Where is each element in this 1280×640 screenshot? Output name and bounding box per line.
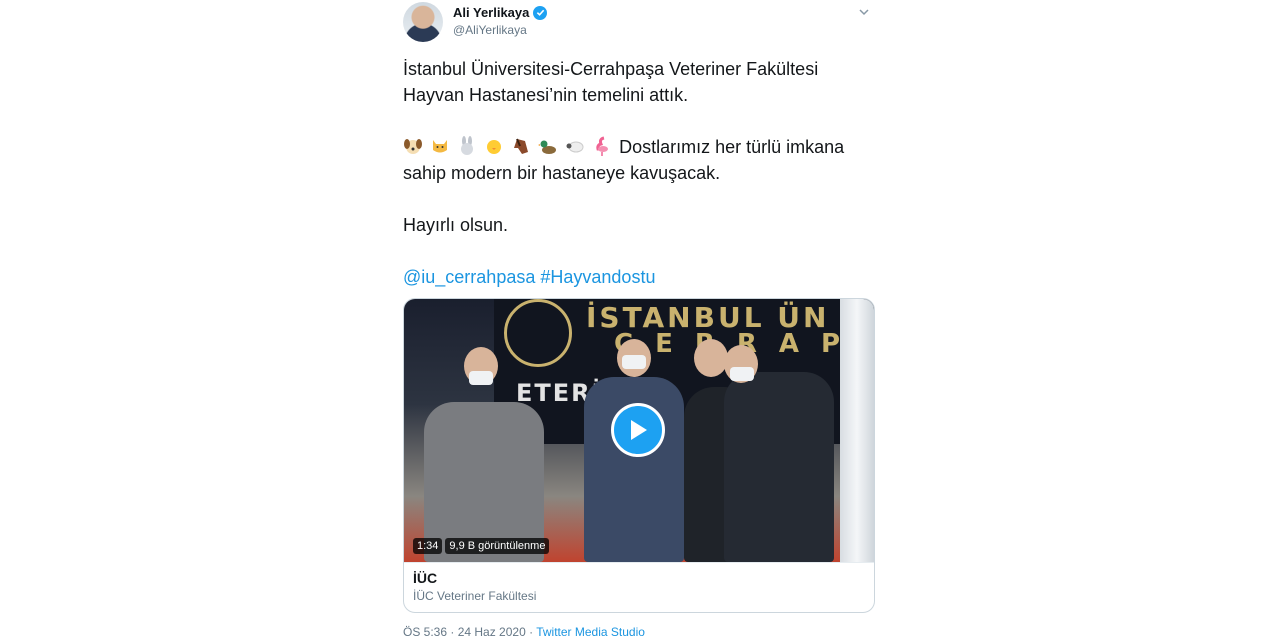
video-duration: 1:34 xyxy=(413,538,443,554)
duck-icon xyxy=(538,140,557,154)
hashtag-link[interactable]: #Hayvandostu xyxy=(540,267,655,287)
video-badges: 1:34 9,9 B görüntülenme xyxy=(413,538,550,554)
verified-badge-icon xyxy=(533,5,548,20)
timestamp[interactable]: ÖS 5:36 · 24 Haz 2020 · xyxy=(403,625,536,639)
author-handle[interactable]: @AliYerlikaya xyxy=(453,23,527,37)
horse-face-icon xyxy=(514,138,529,154)
video-player[interactable]: İSTANBUL ÜN CERRAP ETERİM 1:34 9,9 B gör… xyxy=(404,299,874,562)
tweet-footer: ÖS 5:36 · 24 Haz 2020 · Twitter Media St… xyxy=(403,625,875,639)
tweet-text: İstanbul Üniversitesi-Cerrahpaşa Veterin… xyxy=(403,56,875,290)
person-2-mask xyxy=(622,355,646,369)
university-seal-icon xyxy=(504,299,572,367)
tweet-paragraph-4: @iu_cerrahpasa #Hayvandostu xyxy=(403,264,875,290)
flamingo-icon xyxy=(596,136,609,156)
card-subtitle: İÜC Veteriner Fakültesi xyxy=(413,589,537,603)
person-1-mask xyxy=(469,371,493,385)
white-curtain xyxy=(840,299,874,562)
card-title: İÜC xyxy=(413,570,438,586)
source-link[interactable]: Twitter Media Studio xyxy=(536,625,645,639)
person-4 xyxy=(724,372,834,562)
author-name-line[interactable]: Ali Yerlikaya xyxy=(453,5,548,20)
animal-emoji-row xyxy=(403,136,619,157)
tweet-paragraph-1: İstanbul Üniversitesi-Cerrahpaşa Veterin… xyxy=(403,59,819,105)
tweet-header: Ali Yerlikaya @AliYerlikaya xyxy=(403,0,875,46)
person-4-mask xyxy=(730,367,754,381)
chevron-down-icon[interactable] xyxy=(857,5,871,19)
sheep-icon xyxy=(566,141,584,153)
card-info[interactable]: İÜC İÜC Veteriner Fakültesi xyxy=(404,562,874,612)
avatar[interactable] xyxy=(403,2,443,42)
play-button[interactable] xyxy=(611,403,665,457)
media-card[interactable]: İSTANBUL ÜN CERRAP ETERİM 1:34 9,9 B gör… xyxy=(403,298,875,613)
mention-link[interactable]: @iu_cerrahpasa xyxy=(403,267,535,287)
author-name[interactable]: Ali Yerlikaya xyxy=(453,5,529,20)
play-icon xyxy=(631,420,647,440)
video-view-count: 9,9 B görüntülenme xyxy=(445,538,550,554)
dog-face-icon xyxy=(404,139,422,154)
chick-icon xyxy=(487,140,502,154)
tweet: Ali Yerlikaya @AliYerlikaya İstanbul Üni… xyxy=(403,0,875,639)
tweet-paragraph-3: Hayırlı olsun. xyxy=(403,215,509,235)
rabbit-face-icon xyxy=(461,136,474,155)
cat-face-icon xyxy=(433,140,448,153)
tweet-paragraph-2: Dostlarımız her türlü imkana sahip moder… xyxy=(403,134,875,186)
person-3-head xyxy=(694,339,728,377)
